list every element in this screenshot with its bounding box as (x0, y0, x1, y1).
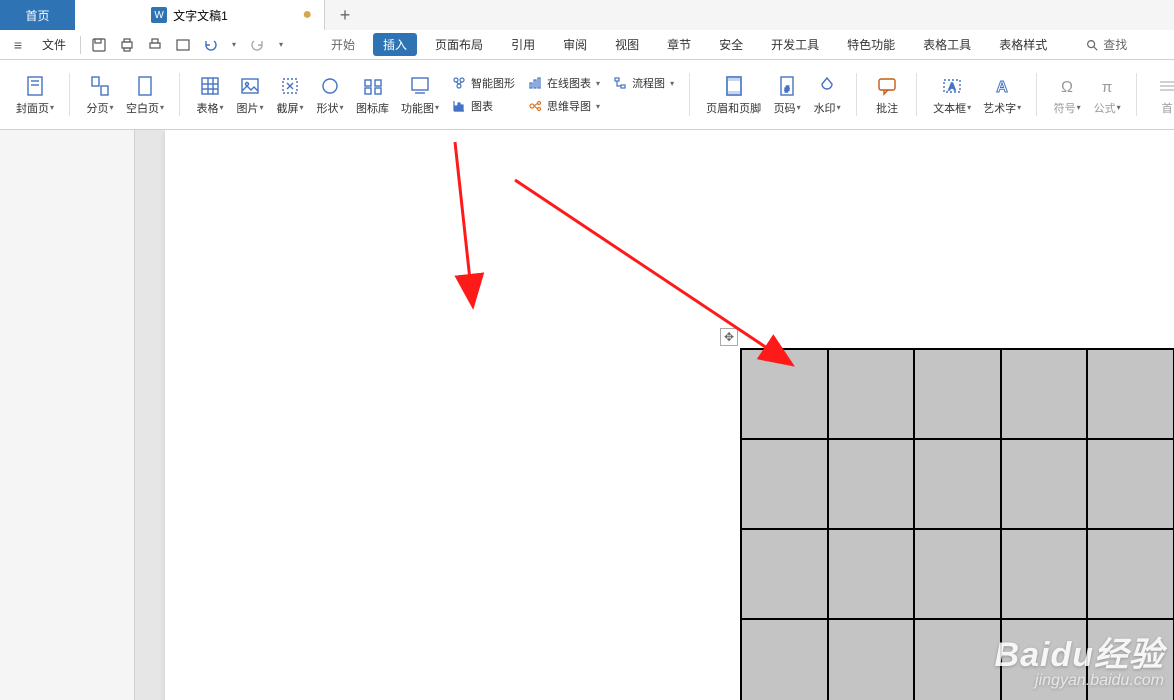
navigation-panel[interactable] (0, 130, 135, 700)
header-footer-button[interactable]: 页眉和页脚 (700, 72, 767, 118)
screenshot-icon (278, 74, 302, 98)
shapes-icon (318, 74, 342, 98)
wordart-button[interactable]: A 艺术字▾ (977, 72, 1027, 118)
file-menu[interactable]: 文件 (36, 33, 72, 56)
print-icon[interactable] (145, 35, 165, 55)
chart-icon (451, 98, 467, 114)
options-icon[interactable] (173, 35, 193, 55)
page-break-icon (88, 74, 112, 98)
tab-document[interactable]: W 文字文稿1 ● (75, 0, 325, 30)
flowchart-icon (612, 75, 628, 91)
word-doc-icon: W (151, 7, 167, 23)
icon-lib-icon (361, 74, 385, 98)
svg-text:π: π (1102, 79, 1112, 96)
table-button[interactable]: 表格▾ (190, 72, 230, 118)
shapes-button[interactable]: 形状▾ (310, 72, 350, 118)
page-break-button[interactable]: 分页▾ (80, 72, 120, 118)
svg-text:#: # (785, 85, 790, 94)
picture-button[interactable]: 图片▾ (230, 72, 270, 118)
menu-view[interactable]: 视图 (605, 33, 649, 56)
symbol-button[interactable]: Ω 符号▾ (1047, 72, 1087, 118)
blank-page-icon (133, 74, 157, 98)
topbar: ≡ 文件 ▾ ▾ 开始 插入 页面布局 引用 审阅 视图 章节 安全 开发工具 … (0, 30, 1174, 60)
equation-icon: π (1095, 74, 1119, 98)
menu-references[interactable]: 引用 (501, 33, 545, 56)
picture-icon (238, 74, 262, 98)
icon-lib-button[interactable]: 图标库 (350, 72, 395, 118)
tab-home[interactable]: 首页 (0, 0, 75, 30)
mindmap-button[interactable]: 思维导图▾ (521, 96, 606, 116)
menu-table-tools[interactable]: 表格工具 (913, 33, 981, 56)
page-number-icon: # (775, 74, 799, 98)
note-anchor (497, 134, 511, 148)
equation-button[interactable]: π 公式▾ (1087, 72, 1127, 118)
svg-text:A: A (996, 79, 1008, 96)
textbox-button[interactable]: A 文本框▾ (927, 72, 977, 118)
print-preview-icon[interactable] (117, 35, 137, 55)
redo-icon[interactable] (247, 35, 267, 55)
title-tabbar: 首页 W 文字文稿1 ● + (0, 0, 1174, 30)
document-area: ✥ + (0, 130, 1174, 700)
tab-document-title: 文字文稿1 (173, 7, 228, 24)
page[interactable]: ✥ + (165, 130, 1174, 700)
more-ribbon-button[interactable]: 首 (1147, 72, 1174, 118)
modified-dot-icon: ● (302, 7, 312, 23)
svg-text:A: A (949, 82, 956, 93)
func-chart-icon (408, 74, 432, 98)
search-button[interactable]: 查找 (1085, 36, 1127, 53)
menu-special[interactable]: 特色功能 (837, 33, 905, 56)
screenshot-button[interactable]: 截屏▾ (270, 72, 310, 118)
table-object[interactable]: ✥ + (740, 348, 1174, 700)
menu-start[interactable]: 开始 (321, 33, 365, 56)
more-qa-icon[interactable]: ▾ (275, 35, 287, 55)
page-canvas[interactable]: ✥ + (135, 130, 1174, 700)
menu-review[interactable]: 审阅 (553, 33, 597, 56)
new-tab-button[interactable]: + (325, 0, 365, 30)
inserted-table[interactable] (740, 348, 1174, 700)
hamburger-icon[interactable]: ≡ (8, 35, 28, 55)
header-footer-icon (722, 74, 746, 98)
watermark-button[interactable]: 水印▾ (807, 72, 847, 118)
cover-page-button[interactable]: 封面页▾ (10, 72, 60, 118)
svg-text:Ω: Ω (1061, 79, 1073, 96)
search-label: 查找 (1103, 36, 1127, 53)
symbol-icon: Ω (1055, 74, 1079, 98)
comment-button[interactable]: 批注 (867, 72, 907, 118)
smart-shape-button[interactable]: 智能图形 (445, 73, 521, 93)
chart-button[interactable]: 图表 (445, 96, 521, 116)
textbox-icon: A (940, 74, 964, 98)
online-chart-icon (527, 75, 543, 91)
wordart-icon: A (990, 74, 1014, 98)
menu-dev-tools[interactable]: 开发工具 (761, 33, 829, 56)
func-chart-button[interactable]: 功能图▾ (395, 72, 445, 118)
flowchart-button[interactable]: 流程图▾ (606, 73, 680, 93)
search-icon (1085, 38, 1099, 52)
comment-icon (875, 74, 899, 98)
page-number-button[interactable]: # 页码▾ (767, 72, 807, 118)
menu-chapter[interactable]: 章节 (657, 33, 701, 56)
smart-shape-icon (451, 75, 467, 91)
cover-page-icon (23, 74, 47, 98)
mindmap-icon (527, 98, 543, 114)
more-icon (1155, 74, 1174, 98)
save-icon[interactable] (89, 35, 109, 55)
menu-table-style[interactable]: 表格样式 (989, 33, 1057, 56)
menu-page-layout[interactable]: 页面布局 (425, 33, 493, 56)
table-icon (198, 74, 222, 98)
separator (80, 36, 81, 54)
undo-dropdown-icon[interactable]: ▾ (229, 35, 239, 55)
blank-page-button[interactable]: 空白页▾ (120, 72, 170, 118)
undo-icon[interactable] (201, 35, 221, 55)
ribbon: 封面页▾ 分页▾ 空白页▾ 表格▾ 图片▾ 截屏▾ 形状▾ (0, 60, 1174, 130)
online-chart-button[interactable]: 在线图表▾ (521, 73, 606, 93)
watermark-icon (815, 74, 839, 98)
table-move-handle-icon[interactable]: ✥ (720, 328, 738, 346)
menu-insert[interactable]: 插入 (373, 33, 417, 56)
menu-security[interactable]: 安全 (709, 33, 753, 56)
